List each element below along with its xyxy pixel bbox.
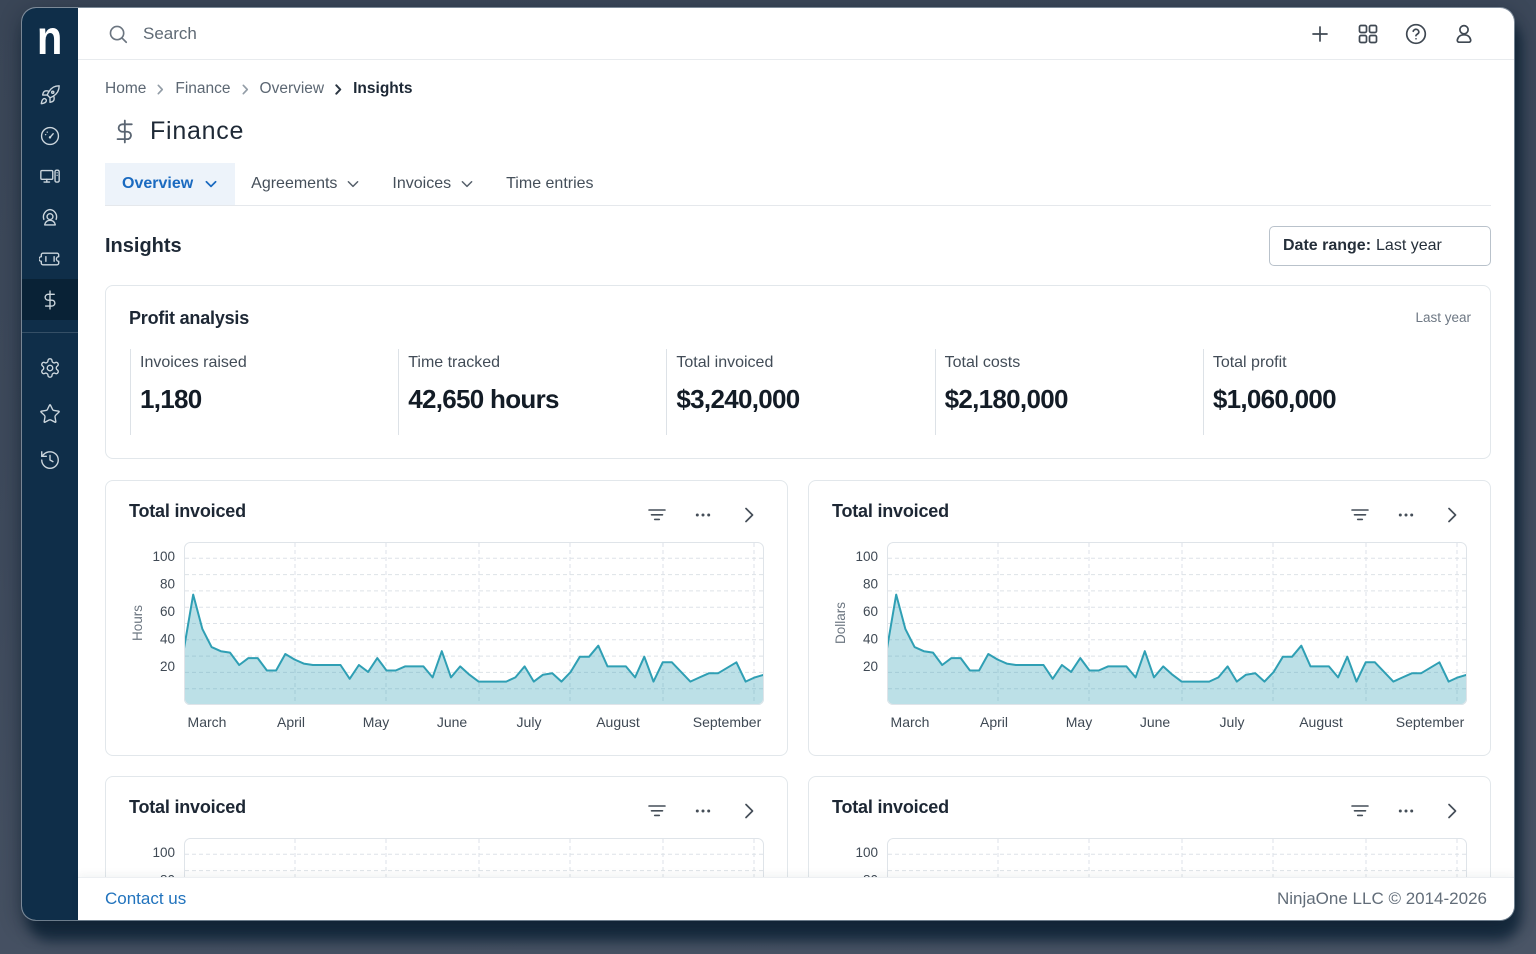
svg-text:March: March [188, 714, 227, 730]
svg-text:June: June [437, 714, 468, 730]
svg-text:100: 100 [855, 549, 878, 564]
svg-text:June: June [1140, 714, 1171, 730]
svg-text:80: 80 [863, 576, 878, 591]
svg-text:August: August [596, 714, 640, 730]
svg-text:20: 20 [863, 659, 878, 674]
svg-text:80: 80 [160, 576, 175, 591]
svg-text:40: 40 [863, 632, 878, 647]
svg-text:July: July [517, 714, 542, 730]
svg-text:April: April [277, 714, 305, 730]
svg-text:60: 60 [863, 604, 878, 619]
svg-text:100: 100 [855, 845, 878, 860]
svg-text:August: August [1299, 714, 1343, 730]
svg-text:July: July [1220, 714, 1245, 730]
svg-text:40: 40 [160, 632, 175, 647]
svg-text:September: September [1396, 714, 1465, 730]
svg-text:20: 20 [160, 659, 175, 674]
svg-text:60: 60 [160, 604, 175, 619]
svg-text:May: May [363, 714, 389, 730]
svg-text:March: March [891, 714, 930, 730]
svg-text:100: 100 [152, 845, 175, 860]
svg-text:September: September [693, 714, 762, 730]
svg-text:April: April [980, 714, 1008, 730]
svg-text:Dollars: Dollars [833, 602, 848, 644]
svg-text:May: May [1066, 714, 1092, 730]
svg-text:100: 100 [152, 549, 175, 564]
svg-text:Hours: Hours [130, 605, 145, 641]
